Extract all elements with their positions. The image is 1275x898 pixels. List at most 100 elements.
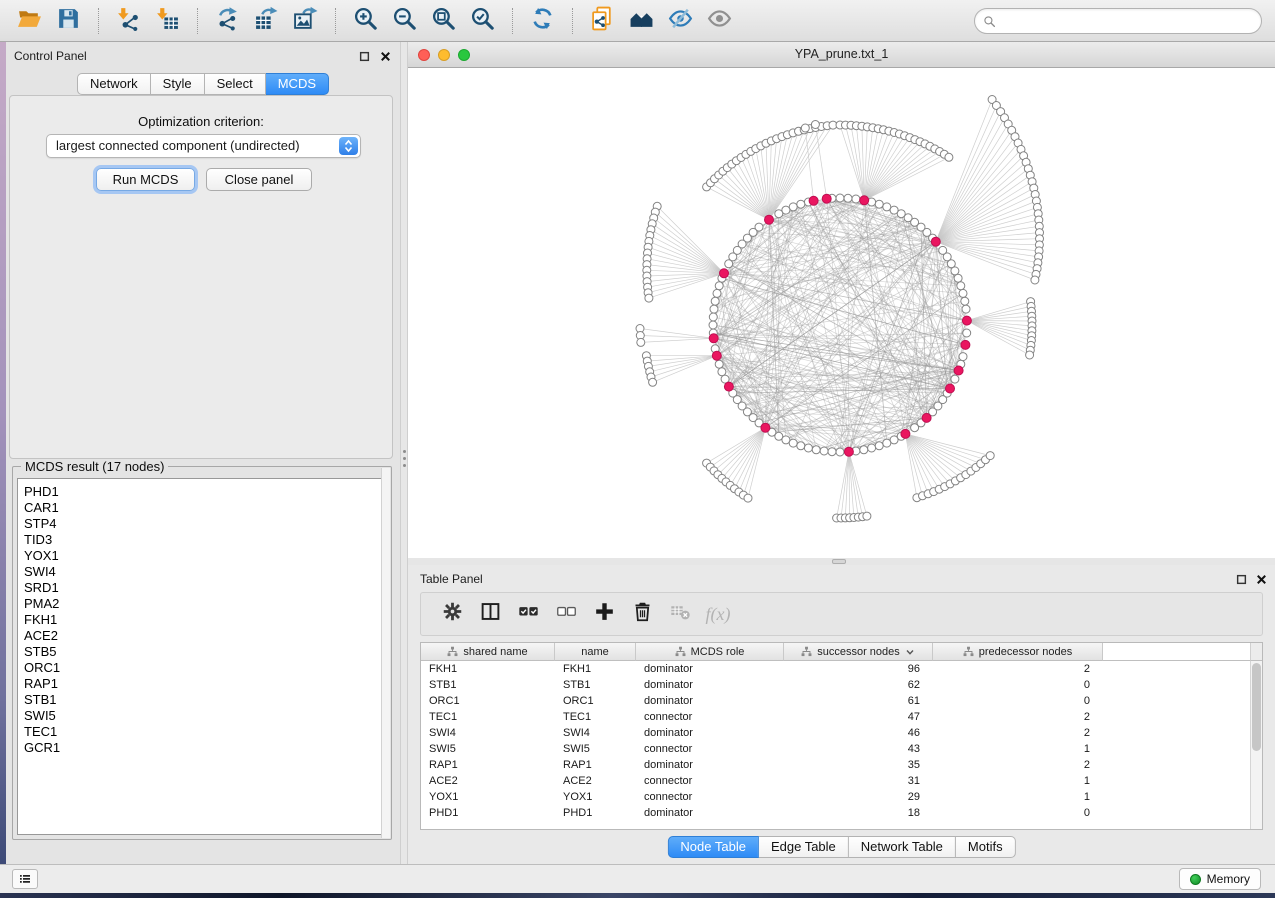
zoom-out-icon	[392, 6, 417, 36]
table-cell: SWI5	[555, 741, 636, 757]
import-table-button[interactable]	[148, 4, 187, 38]
table-row[interactable]: FKH1FKH1dominator962	[421, 661, 1250, 677]
mcds-result-item[interactable]: PHD1	[18, 479, 386, 500]
mcds-result-item[interactable]: SWI5	[18, 708, 386, 724]
mcds-result-item[interactable]: GCR1	[18, 740, 386, 756]
tab-mcds[interactable]: MCDS	[266, 73, 329, 95]
mcds-result-item[interactable]: FKH1	[18, 612, 386, 628]
mcds-result-list[interactable]: PHD1CAR1STP4TID3YOX1SWI4SRD1PMA2FKH1ACE2…	[17, 478, 387, 835]
import-table-icon	[155, 6, 180, 36]
table-scrollbar-thumb[interactable]	[1252, 663, 1261, 751]
table-cell: dominator	[636, 661, 784, 677]
table-float-button[interactable]	[1235, 573, 1247, 585]
tab-network-table[interactable]: Network Table	[849, 836, 956, 858]
show-all-button[interactable]	[700, 4, 739, 38]
tab-node-table[interactable]: Node Table	[667, 836, 759, 858]
network-canvas[interactable]	[408, 68, 1275, 558]
mcds-result-item[interactable]: TID3	[18, 532, 386, 548]
mcds-result-item[interactable]: STB5	[18, 644, 386, 660]
mcds-result-item[interactable]: STP4	[18, 516, 386, 532]
tab-network[interactable]: Network	[77, 73, 151, 95]
table-row[interactable]: SWI5SWI5connector431	[421, 741, 1250, 757]
table-row[interactable]: ORC1ORC1dominator610	[421, 693, 1250, 709]
control-panel: Control Panel NetworkStyleSelectMCDS Opt…	[6, 42, 400, 864]
table-scrollbar[interactable]	[1250, 661, 1262, 829]
node-table-body: FKH1FKH1dominator962STB1STB1dominator620…	[421, 661, 1250, 829]
close-panel-button[interactable]	[379, 50, 391, 62]
memory-button[interactable]: Memory	[1179, 868, 1261, 890]
mcds-result-item[interactable]: RAP1	[18, 676, 386, 692]
vertical-splitter[interactable]	[400, 42, 408, 864]
control-panel-title: Control Panel	[14, 49, 87, 63]
table-row[interactable]: TEC1TEC1connector472	[421, 709, 1250, 725]
mcds-result-scrollbar[interactable]	[381, 468, 390, 838]
tab-select[interactable]: Select	[205, 73, 266, 95]
tab-edge-table[interactable]: Edge Table	[759, 836, 849, 858]
mcds-result-item[interactable]: ACE2	[18, 628, 386, 644]
zoom-fit-icon	[431, 6, 456, 36]
column-header-MCDS-role[interactable]: MCDS role	[636, 643, 784, 661]
export-network-button[interactable]	[208, 4, 247, 38]
export-table-button[interactable]	[247, 4, 286, 38]
run-mcds-button[interactable]: Run MCDS	[96, 168, 195, 191]
tab-style[interactable]: Style	[151, 73, 205, 95]
mcds-result-item[interactable]: SWI4	[18, 564, 386, 580]
zoom-in-button[interactable]	[346, 4, 385, 38]
table-row[interactable]: YOX1YOX1connector291	[421, 789, 1250, 805]
table-cell: TEC1	[421, 709, 555, 725]
mcds-result-item[interactable]: STB1	[18, 692, 386, 708]
zoom-fit-button[interactable]	[424, 4, 463, 38]
zoom-in-icon	[353, 6, 378, 36]
horizontal-splitter[interactable]	[408, 558, 1275, 565]
table-cell: connector	[636, 709, 784, 725]
column-header-predecessor-nodes[interactable]: predecessor nodes	[933, 643, 1103, 661]
network-window-titlebar[interactable]: YPA_prune.txt_1	[408, 42, 1275, 68]
delete-column-button[interactable]	[623, 596, 661, 632]
apply-layout-button[interactable]	[523, 4, 562, 38]
column-header-successor-nodes[interactable]: successor nodes	[784, 643, 933, 661]
add-column-button[interactable]	[585, 596, 623, 632]
table-cell: 2	[933, 709, 1103, 725]
mcds-result-item[interactable]: PMA2	[18, 596, 386, 612]
mcds-result-item[interactable]: TEC1	[18, 724, 386, 740]
toolbar-separator	[98, 8, 99, 34]
table-tabs: Node TableEdge TableNetwork TableMotifs	[667, 836, 1015, 858]
mcds-result-item[interactable]: CAR1	[18, 500, 386, 516]
column-header-shared-name[interactable]: shared name	[421, 643, 555, 661]
zoom-selected-button[interactable]	[463, 4, 502, 38]
export-image-button[interactable]	[286, 4, 325, 38]
zoom-out-button[interactable]	[385, 4, 424, 38]
table-row[interactable]: STB1STB1dominator620	[421, 677, 1250, 693]
import-network-button[interactable]	[109, 4, 148, 38]
shared-column-icon	[447, 646, 458, 657]
table-row[interactable]: SWI4SWI4dominator462	[421, 725, 1250, 741]
table-row[interactable]: ACE2ACE2connector311	[421, 773, 1250, 789]
table-settings-button[interactable]	[433, 596, 471, 632]
table-close-button[interactable]	[1255, 573, 1267, 585]
copy-network-button[interactable]	[583, 4, 622, 38]
table-cell: FKH1	[555, 661, 636, 677]
table-row[interactable]: PHD1PHD1dominator180	[421, 805, 1250, 821]
column-header-name[interactable]: name	[555, 643, 636, 661]
table-row[interactable]: RAP1RAP1dominator352	[421, 757, 1250, 773]
first-neighbors-button[interactable]	[622, 4, 661, 38]
task-history-button[interactable]	[12, 869, 38, 889]
hide-selected-button[interactable]	[661, 4, 700, 38]
split-panel-button[interactable]	[471, 596, 509, 632]
float-panel-button[interactable]	[358, 50, 370, 62]
open-file-button[interactable]	[10, 4, 49, 38]
search-input[interactable]	[1001, 14, 1253, 28]
column-header-label: successor nodes	[817, 646, 900, 658]
criterion-select[interactable]: largest connected component (undirected)	[46, 134, 361, 158]
mcds-tab-content: Optimization criterion: largest connecte…	[9, 95, 393, 459]
mcds-result-item[interactable]: SRD1	[18, 580, 386, 596]
save-session-button[interactable]	[49, 4, 88, 38]
mcds-result-item[interactable]: YOX1	[18, 548, 386, 564]
clear-selection-button[interactable]	[547, 596, 585, 632]
close-panel-button-mcds[interactable]: Close panel	[206, 168, 312, 191]
tab-motifs[interactable]: Motifs	[956, 836, 1016, 858]
mcds-result-item[interactable]: ORC1	[18, 660, 386, 676]
select-all-button[interactable]	[509, 596, 547, 632]
search-field[interactable]	[974, 8, 1262, 34]
function-builder-button: f(x)	[699, 596, 737, 632]
